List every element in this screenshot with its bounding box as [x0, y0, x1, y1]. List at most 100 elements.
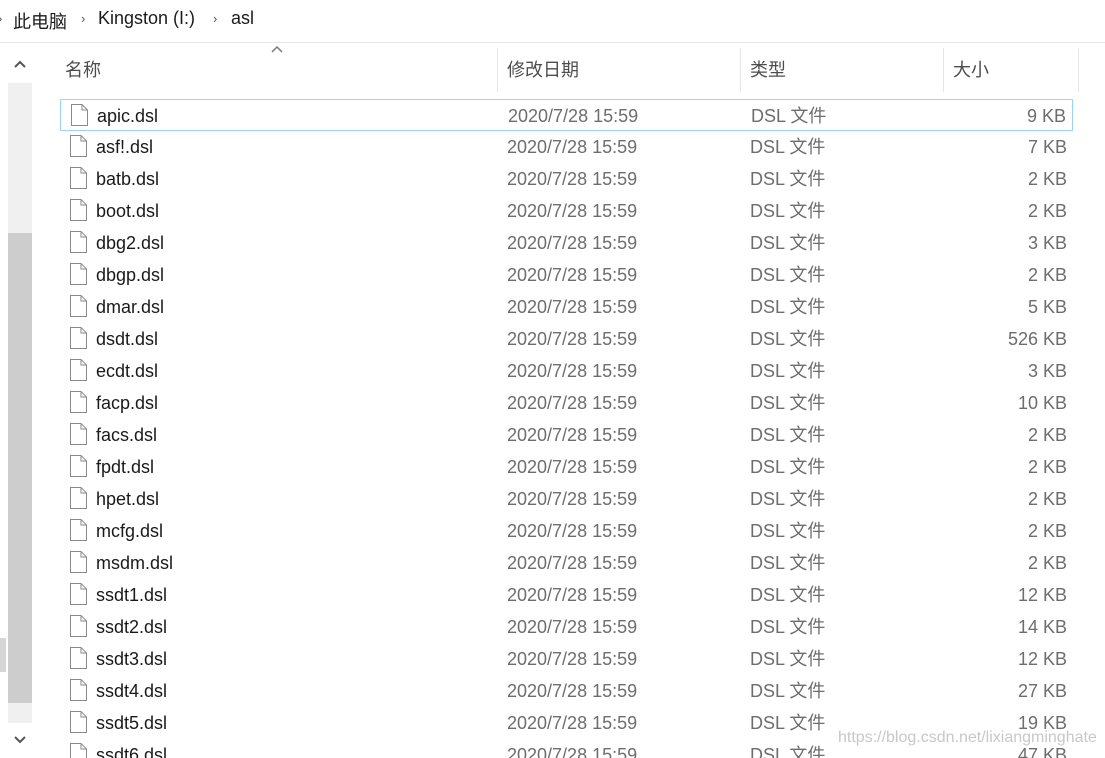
column-divider[interactable]	[943, 48, 944, 92]
file-icon	[69, 167, 87, 189]
column-header-type[interactable]: 类型	[750, 48, 786, 92]
file-name: ssdt5.dsl	[96, 713, 168, 733]
file-name: hpet.dsl	[96, 489, 160, 509]
file-type: DSL 文件	[750, 745, 826, 758]
file-modified: 2020/7/28 15:59	[507, 137, 638, 157]
file-modified: 2020/7/28 15:59	[507, 457, 638, 477]
column-divider[interactable]	[740, 48, 741, 92]
file-type: DSL 文件	[750, 617, 826, 637]
column-divider[interactable]	[1078, 48, 1079, 92]
breadcrumb-folder[interactable]: asl	[231, 8, 254, 29]
file-size: 9 KB	[1026, 106, 1066, 126]
file-type: DSL 文件	[750, 713, 826, 733]
file-row[interactable]: dbgp.dsl 2020/7/28 15:59 DSL 文件 2 KB	[60, 259, 1073, 291]
file-row[interactable]: ssdt4.dsl 2020/7/28 15:59 DSL 文件 27 KB	[60, 675, 1073, 707]
file-row[interactable]: ssdt3.dsl 2020/7/28 15:59 DSL 文件 12 KB	[60, 643, 1073, 675]
file-size: 2 KB	[1027, 265, 1067, 285]
column-header-modified[interactable]: 修改日期	[507, 48, 579, 92]
file-row[interactable]: asf!.dsl 2020/7/28 15:59 DSL 文件 7 KB	[60, 131, 1073, 163]
file-list: apic.dsl 2020/7/28 15:59 DSL 文件 9 KB asf!.ds…	[0, 99, 1105, 758]
file-type: DSL 文件	[750, 137, 826, 157]
file-type: DSL 文件	[750, 297, 826, 317]
chevron-right-icon[interactable]: ›	[213, 11, 217, 26]
file-icon	[69, 743, 87, 758]
file-type: DSL 文件	[750, 169, 826, 189]
file-modified: 2020/7/28 15:59	[507, 745, 638, 758]
scroll-up-icon[interactable]	[8, 57, 32, 72]
file-row[interactable]: dbg2.dsl 2020/7/28 15:59 DSL 文件 3 KB	[60, 227, 1073, 259]
file-type: DSL 文件	[750, 425, 826, 445]
column-header-row: 名称 修改日期 类型 大小	[57, 45, 1087, 92]
column-header-size[interactable]: 大小	[953, 48, 989, 92]
file-icon	[69, 199, 87, 221]
file-row[interactable]: msdm.dsl 2020/7/28 15:59 DSL 文件 2 KB	[60, 547, 1073, 579]
file-modified: 2020/7/28 15:59	[507, 329, 638, 349]
breadcrumb-drive[interactable]: Kingston (I:)	[98, 8, 195, 29]
file-icon	[69, 391, 87, 413]
file-name: ssdt3.dsl	[96, 649, 168, 669]
column-divider[interactable]	[497, 48, 498, 92]
file-icon	[69, 359, 87, 381]
file-type: DSL 文件	[750, 553, 826, 573]
file-row[interactable]: dmar.dsl 2020/7/28 15:59 DSL 文件 5 KB	[60, 291, 1073, 323]
file-row[interactable]: hpet.dsl 2020/7/28 15:59 DSL 文件 2 KB	[60, 483, 1073, 515]
file-modified: 2020/7/28 15:59	[507, 489, 638, 509]
file-row[interactable]: facs.dsl 2020/7/28 15:59 DSL 文件 2 KB	[60, 419, 1073, 451]
chevron-right-icon[interactable]: ›	[0, 11, 2, 26]
file-row[interactable]: boot.dsl 2020/7/28 15:59 DSL 文件 2 KB	[60, 195, 1073, 227]
file-modified: 2020/7/28 15:59	[508, 106, 639, 126]
file-type: DSL 文件	[751, 106, 827, 126]
file-name: apic.dsl	[97, 106, 159, 126]
file-type: DSL 文件	[750, 361, 826, 381]
file-row[interactable]: batb.dsl 2020/7/28 15:59 DSL 文件 2 KB	[60, 163, 1073, 195]
file-type: DSL 文件	[750, 521, 826, 541]
file-size: 2 KB	[1027, 457, 1067, 477]
file-name: batb.dsl	[96, 169, 160, 189]
file-row[interactable]: fpdt.dsl 2020/7/28 15:59 DSL 文件 2 KB	[60, 451, 1073, 483]
file-icon	[70, 104, 88, 126]
watermark: https://blog.csdn.net/lixiangminghate	[838, 729, 1097, 746]
file-row[interactable]: facp.dsl 2020/7/28 15:59 DSL 文件 10 KB	[60, 387, 1073, 419]
column-header-name[interactable]: 名称	[65, 48, 101, 92]
file-modified: 2020/7/28 15:59	[507, 713, 638, 733]
chevron-right-icon[interactable]: ›	[81, 11, 85, 26]
file-name: dbgp.dsl	[96, 265, 165, 285]
file-type: DSL 文件	[750, 649, 826, 669]
file-type: DSL 文件	[750, 393, 826, 413]
file-row[interactable]: ssdt2.dsl 2020/7/28 15:59 DSL 文件 14 KB	[60, 611, 1073, 643]
file-size: 3 KB	[1027, 233, 1067, 253]
file-row[interactable]: ecdt.dsl 2020/7/28 15:59 DSL 文件 3 KB	[60, 355, 1073, 387]
file-name: mcfg.dsl	[96, 521, 164, 541]
file-row[interactable]: mcfg.dsl 2020/7/28 15:59 DSL 文件 2 KB	[60, 515, 1073, 547]
file-modified: 2020/7/28 15:59	[507, 521, 638, 541]
file-name: ecdt.dsl	[96, 361, 159, 381]
file-icon	[69, 327, 87, 349]
file-size: 2 KB	[1027, 489, 1067, 509]
file-name: ssdt4.dsl	[96, 681, 168, 701]
file-size: 12 KB	[1017, 649, 1067, 669]
file-modified: 2020/7/28 15:59	[507, 553, 638, 573]
file-name: dbg2.dsl	[96, 233, 165, 253]
file-name: ssdt2.dsl	[96, 617, 168, 637]
file-type: DSL 文件	[750, 233, 826, 253]
file-icon	[69, 455, 87, 477]
file-icon	[69, 679, 87, 701]
file-row[interactable]: ssdt1.dsl 2020/7/28 15:59 DSL 文件 12 KB	[60, 579, 1073, 611]
file-row[interactable]: dsdt.dsl 2020/7/28 15:59 DSL 文件 526 KB	[60, 323, 1073, 355]
file-name: msdm.dsl	[96, 553, 174, 573]
file-size: 2 KB	[1027, 521, 1067, 541]
file-name: ssdt6.dsl	[96, 745, 168, 758]
file-name: ssdt1.dsl	[96, 585, 168, 605]
file-icon	[69, 583, 87, 605]
file-size: 2 KB	[1027, 169, 1067, 189]
file-modified: 2020/7/28 15:59	[507, 169, 638, 189]
file-row[interactable]: apic.dsl 2020/7/28 15:59 DSL 文件 9 KB	[60, 99, 1073, 131]
file-type: DSL 文件	[750, 585, 826, 605]
breadcrumb-this-pc[interactable]: 此电脑	[13, 8, 67, 34]
file-size: 14 KB	[1017, 617, 1067, 637]
file-name: dsdt.dsl	[96, 329, 159, 349]
file-type: DSL 文件	[750, 457, 826, 477]
file-icon	[69, 615, 87, 637]
file-size: 7 KB	[1027, 137, 1067, 157]
address-bar[interactable]: › 此电脑 › Kingston (I:) › asl	[0, 0, 1105, 43]
